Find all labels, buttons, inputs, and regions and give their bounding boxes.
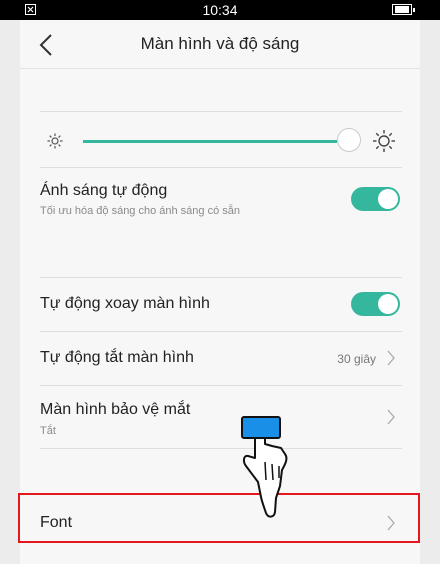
- chevron-right-icon: [387, 409, 395, 425]
- auto-brightness-subtitle: Tối ưu hóa độ sáng cho ánh sáng có sẵn: [40, 205, 241, 217]
- status-time: 10:34: [202, 2, 238, 18]
- eye-protection-label: Màn hình bảo vệ mắt: [40, 401, 191, 418]
- pointing-hand-icon: [241, 416, 288, 518]
- divider: [40, 385, 402, 386]
- brightness-thumb[interactable]: [337, 128, 361, 152]
- sun-small-icon: [47, 133, 63, 149]
- toggle-knob: [378, 189, 398, 209]
- auto-brightness-label: Ánh sáng tự động: [40, 182, 168, 199]
- battery-icon: [392, 4, 415, 15]
- sun-large-icon: [373, 130, 395, 152]
- font-row-highlight: [18, 493, 420, 543]
- screen-timeout-label: Tự động tắt màn hình: [40, 349, 194, 366]
- auto-rotate-label: Tự động xoay màn hình: [40, 295, 210, 312]
- divider: [40, 331, 402, 332]
- auto-brightness-toggle[interactable]: [351, 187, 400, 211]
- eye-protection-value: Tắt: [40, 425, 56, 437]
- page-title: Màn hình và độ sáng: [140, 34, 300, 53]
- divider: [40, 167, 402, 168]
- status-bar: 10:34: [0, 0, 440, 20]
- brightness-track[interactable]: [83, 140, 337, 143]
- toggle-knob: [378, 294, 398, 314]
- divider: [40, 277, 402, 278]
- divider: [40, 448, 402, 449]
- screen-timeout-value: 30 giây: [337, 352, 376, 366]
- display-brightness-screen: Màn hình và độ sáng Ánh sáng tự động Tối…: [18, 20, 420, 564]
- auto-rotate-toggle[interactable]: [351, 292, 400, 316]
- header-divider: [20, 68, 420, 69]
- header: Màn hình và độ sáng: [20, 20, 420, 68]
- chevron-right-icon: [387, 350, 395, 366]
- brightness-slider[interactable]: [20, 123, 420, 159]
- divider: [40, 111, 402, 112]
